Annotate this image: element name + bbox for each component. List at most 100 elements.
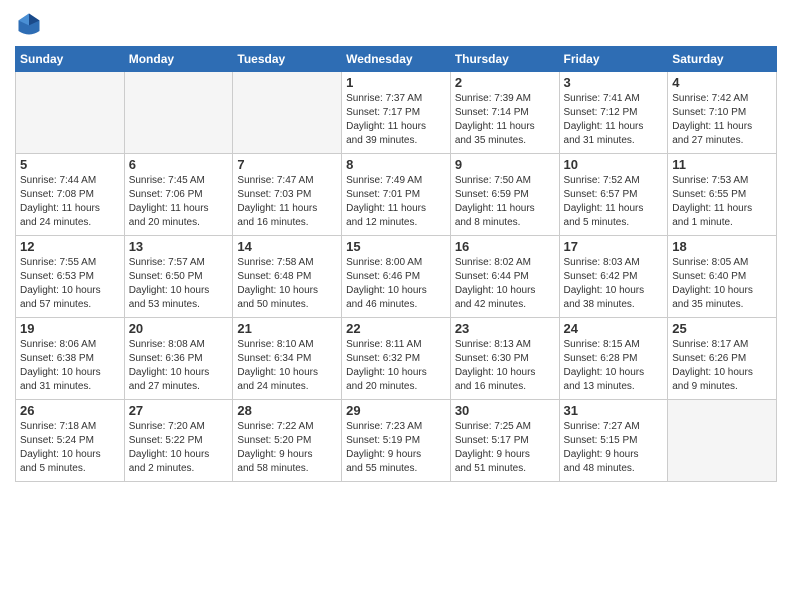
day-cell: 5 Sunrise: 7:44 AM Sunset: 7:08 PM Daylig… — [16, 154, 125, 236]
day-cell: 6 Sunrise: 7:45 AM Sunset: 7:06 PM Daylig… — [124, 154, 233, 236]
day-cell: 9 Sunrise: 7:50 AM Sunset: 6:59 PM Daylig… — [450, 154, 559, 236]
day-number: 17 — [564, 239, 664, 254]
day-info: Sunrise: 8:06 AM Sunset: 6:38 PM Dayligh… — [20, 338, 120, 394]
day-number: 20 — [129, 321, 229, 336]
day-cell: 22 Sunrise: 8:11 AM Sunset: 6:32 PM Dayli… — [342, 318, 451, 400]
day-info: Sunrise: 8:00 AM Sunset: 6:46 PM Dayligh… — [346, 256, 446, 312]
logo — [15, 10, 47, 38]
day-info: Sunrise: 7:50 AM Sunset: 6:59 PM Dayligh… — [455, 174, 555, 230]
day-info: Sunrise: 7:22 AM Sunset: 5:20 PM Dayligh… — [237, 420, 337, 476]
day-cell: 10 Sunrise: 7:52 AM Sunset: 6:57 PM Dayli… — [559, 154, 668, 236]
day-number: 31 — [564, 403, 664, 418]
day-cell: 23 Sunrise: 8:13 AM Sunset: 6:30 PM Dayli… — [450, 318, 559, 400]
day-info: Sunrise: 7:58 AM Sunset: 6:48 PM Dayligh… — [237, 256, 337, 312]
day-header-friday: Friday — [559, 47, 668, 72]
day-cell: 28Sunrise: 7:22 AM Sunset: 5:20 PM Dayli… — [233, 400, 342, 482]
day-cell: 13 Sunrise: 7:57 AM Sunset: 6:50 PM Dayli… — [124, 236, 233, 318]
day-info: Sunrise: 7:18 AM Sunset: 5:24 PM Dayligh… — [20, 420, 120, 476]
day-number: 12 — [20, 239, 120, 254]
day-info: Sunrise: 8:15 AM Sunset: 6:28 PM Dayligh… — [564, 338, 664, 394]
day-cell — [668, 400, 777, 482]
day-number: 13 — [129, 239, 229, 254]
day-number: 26 — [20, 403, 120, 418]
day-cell: 29Sunrise: 7:23 AM Sunset: 5:19 PM Dayli… — [342, 400, 451, 482]
day-info: Sunrise: 7:57 AM Sunset: 6:50 PM Dayligh… — [129, 256, 229, 312]
day-cell: 21 Sunrise: 8:10 AM Sunset: 6:34 PM Dayli… — [233, 318, 342, 400]
day-cell: 12 Sunrise: 7:55 AM Sunset: 6:53 PM Dayli… — [16, 236, 125, 318]
day-info: Sunrise: 7:45 AM Sunset: 7:06 PM Dayligh… — [129, 174, 229, 230]
day-info: Sunrise: 7:44 AM Sunset: 7:08 PM Dayligh… — [20, 174, 120, 230]
week-row-5: 26 Sunrise: 7:18 AM Sunset: 5:24 PM Dayli… — [16, 400, 777, 482]
day-number: 10 — [564, 157, 664, 172]
day-header-sunday: Sunday — [16, 47, 125, 72]
day-info: Sunrise: 7:42 AM Sunset: 7:10 PM Dayligh… — [672, 92, 772, 148]
day-info: Sunrise: 7:20 AM Sunset: 5:22 PM Dayligh… — [129, 420, 229, 476]
day-number: 19 — [20, 321, 120, 336]
day-info: Sunrise: 8:02 AM Sunset: 6:44 PM Dayligh… — [455, 256, 555, 312]
day-number: 22 — [346, 321, 446, 336]
day-number: 23 — [455, 321, 555, 336]
header-row: SundayMondayTuesdayWednesdayThursdayFrid… — [16, 47, 777, 72]
day-info: Sunrise: 8:10 AM Sunset: 6:34 PM Dayligh… — [237, 338, 337, 394]
day-cell: 4 Sunrise: 7:42 AM Sunset: 7:10 PM Daylig… — [668, 72, 777, 154]
day-number: 14 — [237, 239, 337, 254]
day-cell: 15 Sunrise: 8:00 AM Sunset: 6:46 PM Dayli… — [342, 236, 451, 318]
week-row-3: 12 Sunrise: 7:55 AM Sunset: 6:53 PM Dayli… — [16, 236, 777, 318]
day-cell: 2Sunrise: 7:39 AM Sunset: 7:14 PM Daylig… — [450, 72, 559, 154]
day-cell: 8Sunrise: 7:49 AM Sunset: 7:01 PM Daylig… — [342, 154, 451, 236]
day-info: Sunrise: 8:08 AM Sunset: 6:36 PM Dayligh… — [129, 338, 229, 394]
day-info: Sunrise: 7:52 AM Sunset: 6:57 PM Dayligh… — [564, 174, 664, 230]
day-cell — [233, 72, 342, 154]
day-cell: 26 Sunrise: 7:18 AM Sunset: 5:24 PM Dayli… — [16, 400, 125, 482]
day-number: 6 — [129, 157, 229, 172]
day-number: 7 — [237, 157, 337, 172]
calendar-table: SundayMondayTuesdayWednesdayThursdayFrid… — [15, 46, 777, 482]
day-number: 24 — [564, 321, 664, 336]
day-info: Sunrise: 7:23 AM Sunset: 5:19 PM Dayligh… — [346, 420, 446, 476]
day-cell: 30 Sunrise: 7:25 AM Sunset: 5:17 PM Dayli… — [450, 400, 559, 482]
day-info: Sunrise: 7:27 AM Sunset: 5:15 PM Dayligh… — [564, 420, 664, 476]
day-number: 11 — [672, 157, 772, 172]
day-header-monday: Monday — [124, 47, 233, 72]
week-row-2: 5 Sunrise: 7:44 AM Sunset: 7:08 PM Daylig… — [16, 154, 777, 236]
day-info: Sunrise: 7:49 AM Sunset: 7:01 PM Dayligh… — [346, 174, 446, 230]
day-number: 21 — [237, 321, 337, 336]
day-cell — [16, 72, 125, 154]
day-info: Sunrise: 8:05 AM Sunset: 6:40 PM Dayligh… — [672, 256, 772, 312]
day-number: 1 — [346, 75, 446, 90]
week-row-4: 19 Sunrise: 8:06 AM Sunset: 6:38 PM Dayli… — [16, 318, 777, 400]
day-info: Sunrise: 7:55 AM Sunset: 6:53 PM Dayligh… — [20, 256, 120, 312]
day-info: Sunrise: 7:47 AM Sunset: 7:03 PM Dayligh… — [237, 174, 337, 230]
day-number: 18 — [672, 239, 772, 254]
day-cell: 1 Sunrise: 7:37 AM Sunset: 7:17 PM Daylig… — [342, 72, 451, 154]
day-cell: 18 Sunrise: 8:05 AM Sunset: 6:40 PM Dayli… — [668, 236, 777, 318]
day-cell: 31 Sunrise: 7:27 AM Sunset: 5:15 PM Dayli… — [559, 400, 668, 482]
day-cell: 7 Sunrise: 7:47 AM Sunset: 7:03 PM Daylig… — [233, 154, 342, 236]
day-header-thursday: Thursday — [450, 47, 559, 72]
day-info: Sunrise: 7:53 AM Sunset: 6:55 PM Dayligh… — [672, 174, 772, 230]
week-row-1: 1 Sunrise: 7:37 AM Sunset: 7:17 PM Daylig… — [16, 72, 777, 154]
day-info: Sunrise: 8:13 AM Sunset: 6:30 PM Dayligh… — [455, 338, 555, 394]
day-cell: 17Sunrise: 8:03 AM Sunset: 6:42 PM Dayli… — [559, 236, 668, 318]
day-number: 16 — [455, 239, 555, 254]
day-info: Sunrise: 8:11 AM Sunset: 6:32 PM Dayligh… — [346, 338, 446, 394]
day-cell: 19 Sunrise: 8:06 AM Sunset: 6:38 PM Dayli… — [16, 318, 125, 400]
day-number: 4 — [672, 75, 772, 90]
day-cell: 24 Sunrise: 8:15 AM Sunset: 6:28 PM Dayli… — [559, 318, 668, 400]
day-info: Sunrise: 7:25 AM Sunset: 5:17 PM Dayligh… — [455, 420, 555, 476]
day-cell: 16 Sunrise: 8:02 AM Sunset: 6:44 PM Dayli… — [450, 236, 559, 318]
day-info: Sunrise: 7:37 AM Sunset: 7:17 PM Dayligh… — [346, 92, 446, 148]
day-number: 27 — [129, 403, 229, 418]
logo-icon — [15, 10, 43, 38]
day-cell: 14 Sunrise: 7:58 AM Sunset: 6:48 PM Dayli… — [233, 236, 342, 318]
header — [15, 10, 777, 38]
day-number: 5 — [20, 157, 120, 172]
day-info: Sunrise: 8:17 AM Sunset: 6:26 PM Dayligh… — [672, 338, 772, 394]
day-info: Sunrise: 7:39 AM Sunset: 7:14 PM Dayligh… — [455, 92, 555, 148]
day-header-saturday: Saturday — [668, 47, 777, 72]
day-number: 9 — [455, 157, 555, 172]
day-header-wednesday: Wednesday — [342, 47, 451, 72]
day-number: 15 — [346, 239, 446, 254]
day-number: 30 — [455, 403, 555, 418]
day-cell — [124, 72, 233, 154]
